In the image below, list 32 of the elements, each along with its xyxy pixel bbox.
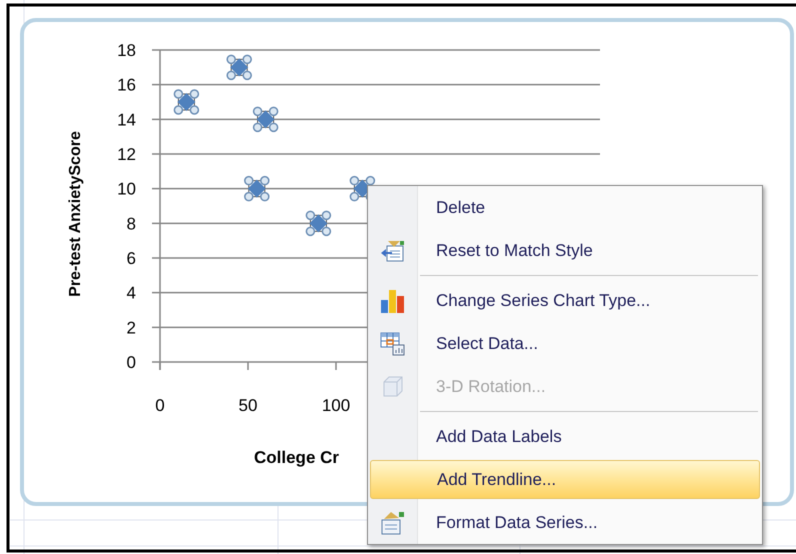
y-tick-label: 4 bbox=[126, 284, 136, 303]
x-tick-label: 50 bbox=[238, 396, 258, 415]
menu-item[interactable]: Change Series Chart Type... bbox=[418, 279, 762, 322]
y-tick-label: 14 bbox=[117, 110, 136, 130]
cube-icon bbox=[381, 374, 405, 398]
table-icon bbox=[380, 330, 406, 356]
menu-item[interactable]: Add Trendline... bbox=[370, 460, 760, 499]
y-tick-label: 2 bbox=[126, 318, 136, 338]
reset-style-icon bbox=[380, 238, 406, 262]
x-tick-label: 0 bbox=[155, 396, 165, 415]
y-tick-label: 6 bbox=[126, 249, 136, 268]
y-tick-label: 12 bbox=[117, 145, 136, 164]
menu-item[interactable]: Reset to Match Style bbox=[418, 229, 762, 272]
y-tick-label: 0 bbox=[126, 353, 136, 372]
data-point[interactable] bbox=[174, 89, 200, 115]
y-tick-label: 16 bbox=[117, 76, 136, 95]
y-tick-label: 18 bbox=[117, 41, 136, 60]
bar-chart-icon bbox=[380, 288, 406, 314]
y-tick-label: 8 bbox=[126, 214, 136, 234]
x-tick-label: 100 bbox=[322, 396, 350, 415]
data-point[interactable] bbox=[306, 210, 332, 236]
format-series-icon bbox=[380, 510, 406, 534]
menu-item[interactable]: Format Data Series... bbox=[418, 501, 762, 544]
menu-item[interactable]: Delete bbox=[418, 186, 762, 229]
menu-item[interactable]: Select Data... bbox=[418, 322, 762, 365]
x-axis-title: College Cr bbox=[254, 448, 340, 467]
data-point[interactable] bbox=[252, 106, 278, 132]
y-tick-label: 10 bbox=[117, 180, 136, 199]
y-axis-title: Pre-test AnxietyScore bbox=[67, 131, 84, 297]
data-point[interactable] bbox=[226, 54, 252, 80]
data-point[interactable] bbox=[244, 176, 270, 202]
menu-item[interactable]: Add Data Labels bbox=[418, 415, 762, 458]
